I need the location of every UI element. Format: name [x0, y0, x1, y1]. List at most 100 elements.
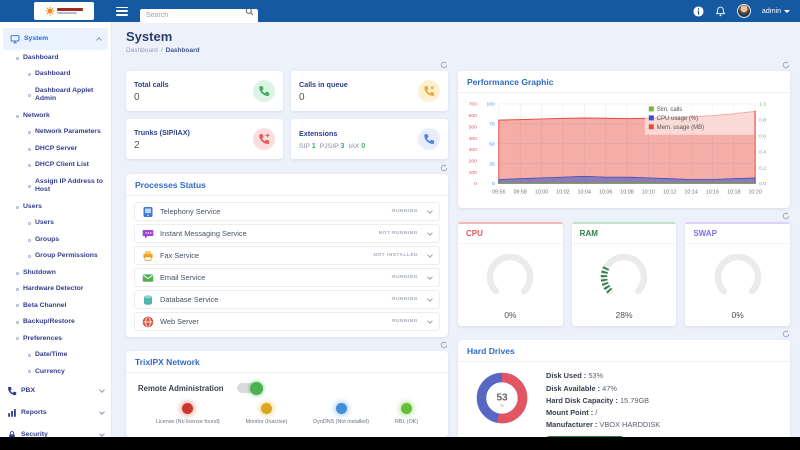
- gauge-title: SWAP: [685, 224, 791, 245]
- db-service-icon: [142, 294, 154, 306]
- indicator-rbl-ok: RBL (OK): [395, 403, 418, 425]
- status-dot-icon: [401, 403, 413, 414]
- sidebar-item-pbx[interactable]: PBX: [0, 380, 111, 402]
- svg-text:10:20: 10:20: [748, 189, 761, 195]
- process-row-database-service[interactable]: Database Service RUNNING: [134, 290, 440, 309]
- bullet-icon: [16, 304, 19, 308]
- process-row-email-service[interactable]: Email Service RUNNING: [134, 268, 440, 287]
- sidebar-item-label: DHCP Client List: [35, 161, 89, 169]
- sidebar-item-label: Backup/Restore: [23, 318, 75, 326]
- chevron-down-icon[interactable]: [427, 251, 433, 258]
- process-row-fax-service[interactable]: Fax Service NOT INSTALLED: [134, 246, 440, 265]
- sidebar-item-group-permissions[interactable]: Group Permissions: [0, 248, 111, 264]
- svg-text:10:18: 10:18: [727, 189, 740, 195]
- refresh-icon[interactable]: [440, 341, 448, 349]
- svg-text:10:10: 10:10: [642, 189, 655, 195]
- sidebar-item-backup-restore[interactable]: Backup/Restore: [0, 314, 111, 330]
- sidebar-item-dhcp-server[interactable]: DHCP Server: [0, 141, 111, 157]
- chevron-down-icon[interactable]: [427, 229, 433, 236]
- refresh-icon[interactable]: [782, 212, 790, 220]
- bullet-icon: [16, 56, 19, 60]
- indicator-license-no-license-found: License (No license found): [156, 403, 220, 425]
- refresh-icon[interactable]: [782, 61, 790, 69]
- search-input[interactable]: [140, 8, 258, 23]
- svg-text:1.0: 1.0: [759, 102, 766, 108]
- sidebar-item-label: Assign IP Address to Host: [35, 177, 103, 194]
- menu-toggle-icon[interactable]: [116, 6, 128, 16]
- chevron-down-icon[interactable]: [427, 207, 433, 214]
- indicator-dyndns-not-installed: DynDNS (Not installed): [313, 403, 369, 425]
- disk-usage-donut: 53%: [468, 370, 530, 437]
- breadcrumb-separator: /: [160, 47, 163, 54]
- user-avatar[interactable]: [736, 4, 751, 18]
- sidebar-item-assign-ip-address-to-host[interactable]: Assign IP Address to Host: [0, 174, 111, 199]
- breadcrumb-link[interactable]: Dashboard: [126, 47, 158, 54]
- phone-icon: [253, 80, 275, 102]
- sidebar-item-hardware-detector[interactable]: Hardware Detector: [0, 281, 111, 297]
- sidebar-item-users[interactable]: Users: [0, 215, 111, 231]
- sidebar-item-label: Network: [23, 111, 50, 119]
- sidebar-item-users[interactable]: Users: [0, 199, 111, 215]
- sidebar-item-dashboard[interactable]: Dashboard: [0, 50, 111, 66]
- process-row-telephony-service[interactable]: Telephony Service RUNNING: [134, 202, 440, 221]
- chevron-down-icon[interactable]: [427, 317, 433, 324]
- svg-text:75: 75: [489, 122, 495, 128]
- refresh-icon[interactable]: [440, 164, 448, 172]
- gauge-title: RAM: [571, 224, 677, 245]
- sidebar-item-system[interactable]: System: [3, 28, 108, 50]
- sidebar-item-dashboard-applet-admin[interactable]: Dashboard Applet Admin: [0, 83, 111, 108]
- sidebar-item-preferences[interactable]: Preferences: [0, 331, 111, 347]
- sidebar-item-date-time[interactable]: Date/Time: [0, 347, 111, 363]
- brand-logo[interactable]: [34, 2, 94, 20]
- sidebar-item-dashboard[interactable]: Dashboard: [0, 66, 111, 82]
- gauge-card-cpu: CPU 0%: [458, 222, 563, 327]
- sidebar-item-currency[interactable]: Currency: [0, 364, 111, 380]
- main-content: System Dashboard / Dashboard Total calls…: [112, 22, 800, 437]
- svg-text:Mem. usage (MB): Mem. usage (MB): [657, 125, 704, 131]
- sidebar-item-dhcp-client-list[interactable]: DHCP Client List: [0, 157, 111, 173]
- sidebar-item-security[interactable]: Security: [0, 424, 111, 437]
- bullet-icon: [28, 164, 31, 168]
- sidebar-item-reports[interactable]: Reports: [0, 402, 111, 424]
- bullet-icon: [16, 320, 19, 324]
- performance-panel: Performance Graphic 0 100 200 300 400 500 600 7…: [458, 71, 790, 209]
- panel-title: TrixIPX Network: [126, 351, 448, 373]
- bullet-icon: [28, 222, 31, 226]
- refresh-icon[interactable]: [782, 330, 790, 338]
- sidebar-item-network-parameters[interactable]: Network Parameters: [0, 124, 111, 140]
- sidebar-item-label: PBX: [21, 386, 35, 394]
- processes-status-panel: Processes Status Telephony Service RUNNIN…: [126, 174, 448, 337]
- bullet-icon: [28, 147, 31, 151]
- sidebar-item-label: Reports: [21, 408, 47, 416]
- process-row-web-server[interactable]: Web Server RUNNING: [134, 312, 440, 331]
- panel-title: Processes Status: [126, 174, 448, 196]
- sidebar-item-groups[interactable]: Groups: [0, 232, 111, 248]
- gauge-title: CPU: [458, 224, 563, 245]
- sidebar-item-beta-channel[interactable]: Beta Channel: [0, 298, 111, 314]
- remote-admin-toggle[interactable]: [237, 381, 264, 395]
- sidebar-item-shutdown[interactable]: Shutdown: [0, 265, 111, 281]
- chevron-down-icon[interactable]: [427, 273, 433, 280]
- gauge-arc: [598, 251, 650, 308]
- refresh-icon[interactable]: [440, 61, 448, 69]
- search-icon[interactable]: [245, 7, 254, 16]
- im-service-icon: [142, 228, 154, 240]
- bullet-icon: [28, 238, 31, 242]
- svg-text:200: 200: [469, 159, 478, 165]
- process-name: Telephony Service: [160, 207, 221, 216]
- chevron-down-icon[interactable]: [427, 295, 433, 302]
- process-row-instant-messaging-service[interactable]: Instant Messaging Service NOT RUNNING: [134, 224, 440, 243]
- user-menu[interactable]: admin: [762, 8, 790, 15]
- notifications-bell-icon[interactable]: [715, 6, 726, 17]
- info-icon[interactable]: [693, 5, 704, 17]
- chevron-down-icon: [99, 387, 105, 394]
- indicator-label: DynDNS (Not installed): [313, 419, 370, 425]
- svg-text:53: 53: [496, 393, 508, 404]
- svg-text:400: 400: [469, 136, 478, 142]
- sidebar-item-label: DHCP Server: [35, 144, 78, 152]
- stat-value: 2: [134, 139, 140, 151]
- sidebar-item-network[interactable]: Network: [0, 108, 111, 124]
- phone-icon: [418, 128, 440, 150]
- stat-card-total-calls: Total calls 0: [126, 71, 283, 111]
- search-box: [140, 4, 258, 23]
